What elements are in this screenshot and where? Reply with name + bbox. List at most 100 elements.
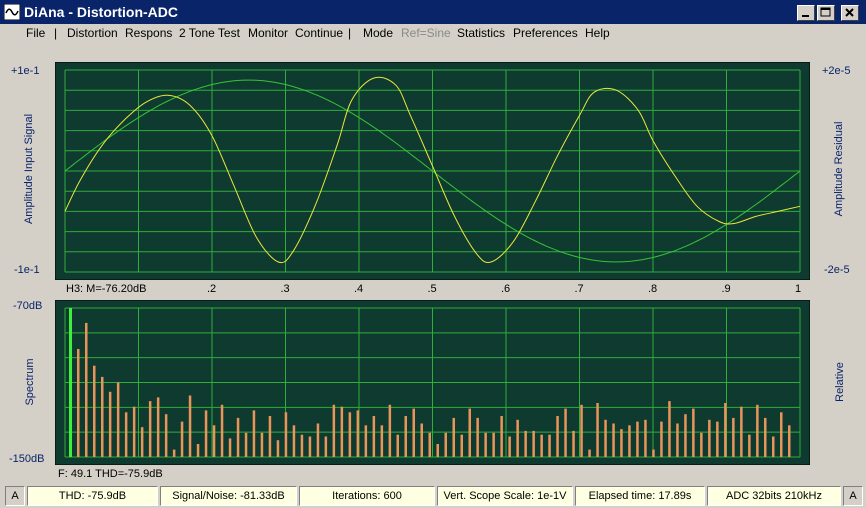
harmonic-bar: [492, 432, 495, 457]
status-signal-noise: Signal/Noise: -81.33dB: [160, 486, 297, 506]
harmonic-bar: [348, 412, 352, 457]
harmonic-bar: [196, 444, 200, 457]
harmonic-bar: [452, 417, 455, 457]
scope-y-max-left: +1e-1: [11, 65, 40, 77]
harmonic-bar: [340, 406, 344, 457]
harmonic-bar: [484, 432, 487, 457]
harmonic-bar: [620, 429, 623, 457]
menu-2-tone-test[interactable]: 2 Tone Test: [179, 26, 240, 40]
status-left-flag: A: [5, 486, 25, 506]
close-icon: [845, 8, 854, 17]
oscilloscope-plot: [55, 62, 810, 280]
harmonic-bar: [572, 430, 575, 457]
harmonic-bar: [116, 382, 120, 457]
harmonic-bar: [308, 436, 312, 457]
maximize-button[interactable]: [817, 5, 835, 21]
spectrum-readout: F: 49.1 THD=-75.9dB: [58, 468, 163, 480]
menu-separator: |: [54, 26, 58, 40]
harmonic-bar: [764, 417, 767, 457]
menu-file[interactable]: File: [26, 26, 45, 40]
menu-mode[interactable]: Mode: [363, 26, 393, 40]
status-right-flag: A: [843, 486, 863, 506]
analyzer-area: +1e-1 -1e-1 +2e-5 -2e-5 Amplitude Input …: [0, 42, 866, 482]
x-tick-label: 1: [795, 283, 802, 295]
harmonic-bar: [652, 449, 655, 457]
spectrum-y-max: -70dB: [13, 300, 43, 312]
harmonic-bar: [716, 421, 719, 457]
x-tick-label: .9: [721, 283, 731, 295]
harmonic-bar: [564, 408, 567, 457]
harmonic-bar: [252, 410, 256, 457]
harmonic-bar: [172, 449, 176, 457]
harmonic-bar: [372, 416, 376, 457]
x-tick-label: .7: [574, 283, 584, 295]
minimize-icon: [802, 15, 809, 17]
harmonic-bar: [668, 401, 671, 457]
harmonic-bar: [676, 423, 679, 457]
scope-y-max-right: +2e-5: [822, 65, 851, 77]
menu-monitor[interactable]: Monitor: [248, 26, 288, 40]
harmonic-bar: [420, 423, 423, 457]
status-scope-scale: Vert. Scope Scale: 1e-1V: [437, 486, 573, 506]
harmonic-bar: [268, 416, 272, 457]
close-button[interactable]: [841, 5, 859, 21]
harmonic-bar: [404, 416, 407, 457]
menu-help[interactable]: Help: [585, 26, 610, 40]
harmonic-bar: [380, 425, 384, 457]
menu-preferences[interactable]: Preferences: [513, 26, 578, 40]
menu-respons[interactable]: Respons: [125, 26, 172, 40]
status-iterations: Iterations: 600: [299, 486, 435, 506]
window-title: DiAna - Distortion-ADC: [24, 4, 178, 20]
harmonic-bar: [636, 421, 639, 457]
harmonic-bar: [540, 434, 543, 457]
harmonic-bar: [444, 432, 447, 457]
harmonic-bar: [516, 419, 519, 458]
harmonic-bar: [101, 376, 104, 457]
harmonic-bar: [316, 423, 320, 457]
harmonic-bar: [724, 403, 727, 457]
harmonic-bar: [692, 408, 695, 457]
harmonic-bar: [756, 404, 759, 457]
harmonic-bar: [364, 425, 368, 457]
harmonic-bar: [532, 430, 535, 457]
harmonic-bar: [788, 425, 791, 457]
title-bar: DiAna - Distortion-ADC: [0, 0, 866, 24]
harmonic-bar: [684, 414, 687, 457]
harmonic-bar: [124, 412, 128, 457]
harmonic-bar: [132, 406, 136, 457]
harmonic-bar: [212, 425, 216, 457]
minimize-button[interactable]: [797, 5, 815, 21]
x-tick-label: .8: [648, 283, 658, 295]
harmonic-bar: [428, 432, 431, 457]
harmonic-bar: [77, 349, 80, 457]
harmonic-bar: [628, 425, 631, 457]
harmonic-bar: [748, 434, 751, 457]
menu-continue[interactable]: Continue: [295, 26, 343, 40]
spectrum-y-min: -150dB: [9, 453, 45, 465]
x-tick-label: .6: [501, 283, 511, 295]
harmonic-bar: [700, 432, 703, 457]
menu-distortion[interactable]: Distortion: [67, 26, 118, 40]
status-adc: ADC 32bits 210kHz: [707, 486, 841, 506]
status-thd: THD: -75.9dB: [27, 486, 158, 506]
harmonic-bar: [468, 408, 471, 457]
app-icon: [4, 4, 20, 20]
harmonic-bar: [396, 434, 399, 457]
status-bar: A THD: -75.9dB Signal/Noise: -81.33dB It…: [0, 485, 866, 508]
harmonic-bar: [588, 449, 591, 457]
spectrum-left-axis-label: Spectrum: [24, 358, 36, 406]
harmonic-bar: [388, 404, 392, 457]
scope-right-axis-label: Amplitude Residual: [833, 121, 845, 217]
menu-statistics[interactable]: Statistics: [457, 26, 505, 40]
harmonic-bar: [156, 397, 160, 457]
harmonic-bar: [93, 365, 96, 457]
harmonic-bar: [660, 421, 663, 457]
fundamental-bar: [69, 308, 72, 457]
harmonic-bar: [436, 444, 439, 457]
harmonic-bar: [324, 436, 328, 457]
spectrum-right-axis-label: Relative: [834, 362, 846, 402]
menu-ref-sine: Ref=Sine: [401, 26, 451, 40]
scope-y-min-right: -2e-5: [824, 264, 850, 276]
harmonic-bar: [148, 401, 152, 457]
harmonic-bar: [604, 419, 607, 458]
